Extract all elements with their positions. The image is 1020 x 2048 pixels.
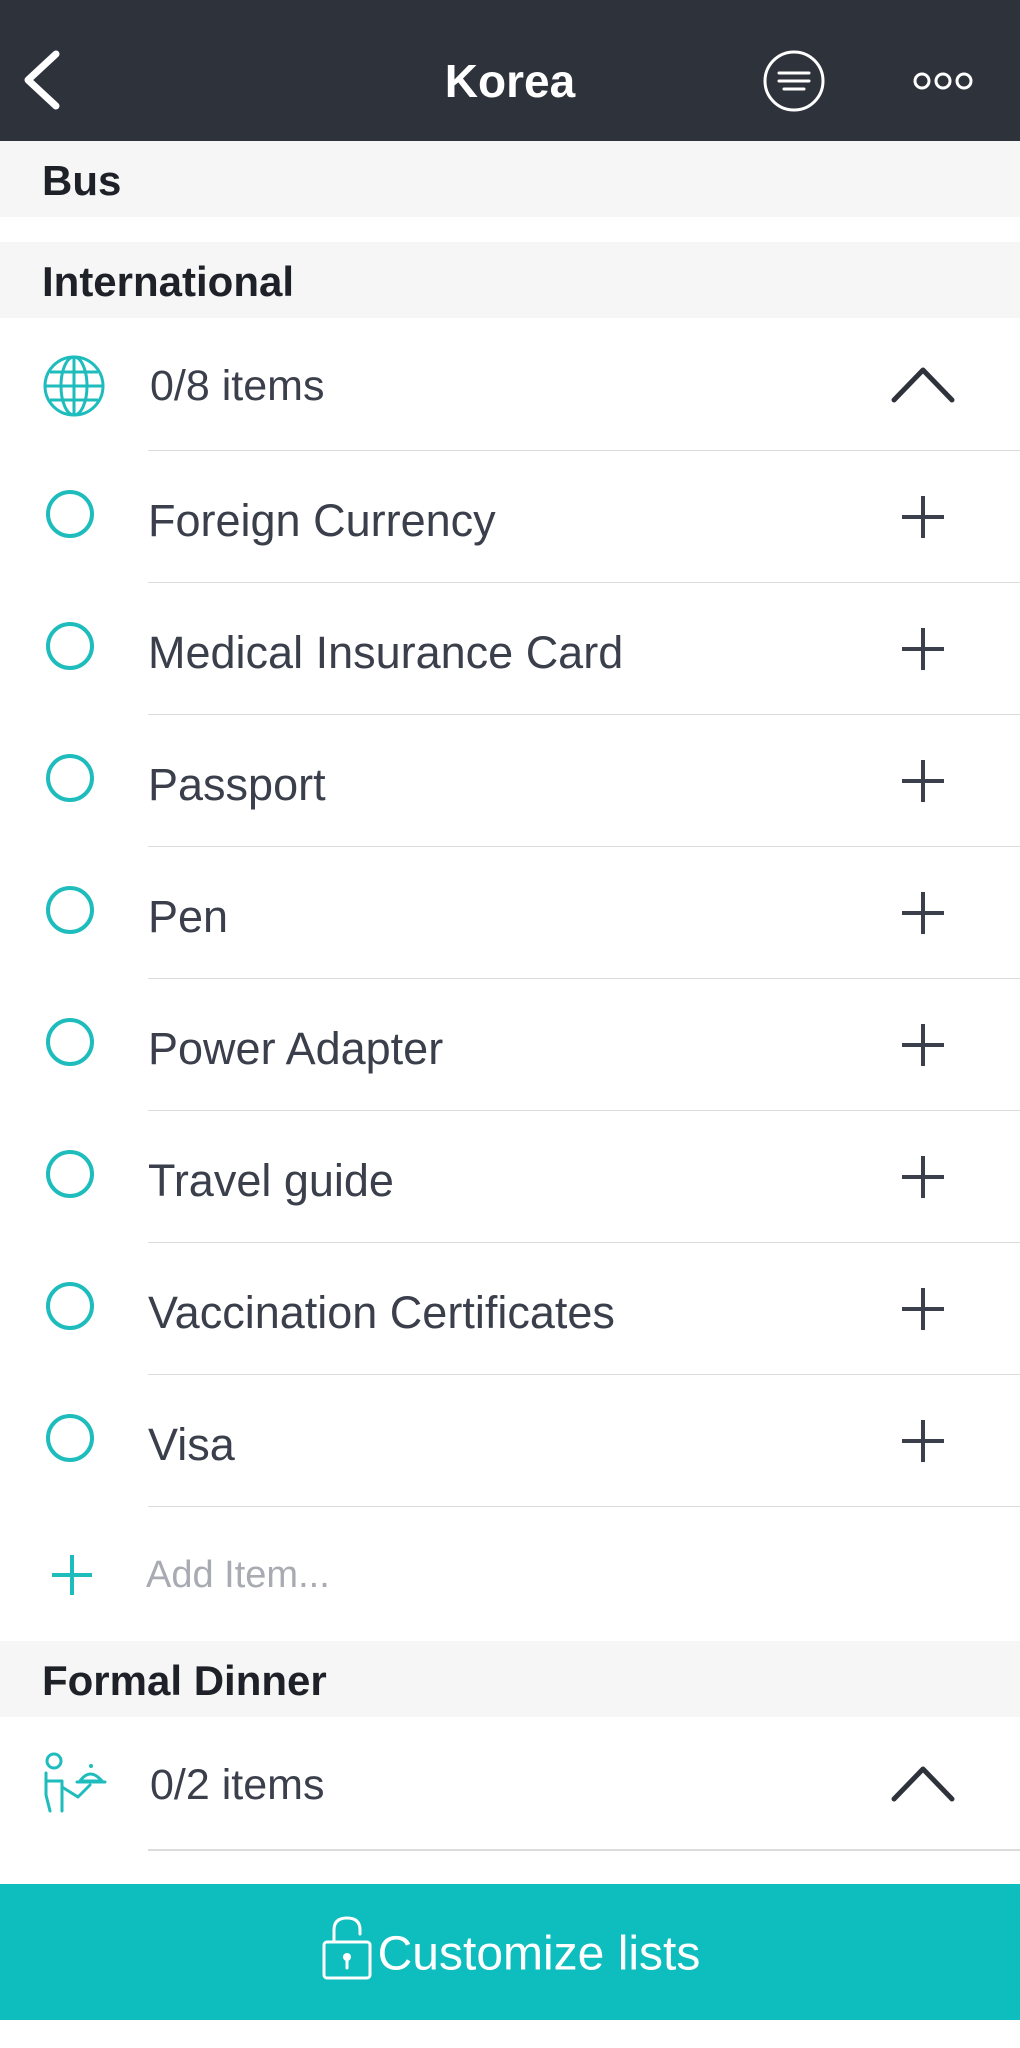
- filter-lines-icon: [763, 50, 825, 112]
- more-button[interactable]: [910, 60, 976, 102]
- add-plus-icon[interactable]: [50, 1553, 94, 1597]
- item-label: Foreign Currency: [148, 495, 496, 546]
- waiter-icon: [44, 1752, 107, 1813]
- summary-row-international[interactable]: 0/8 items: [0, 318, 1020, 450]
- checkbox-circle[interactable]: [46, 1018, 94, 1066]
- list-item: Passport: [0, 715, 1020, 847]
- page-title: Korea: [444, 55, 576, 107]
- section-header-formal-dinner: Formal Dinner: [0, 1641, 1020, 1717]
- chevron-up-icon[interactable]: [888, 1761, 958, 1805]
- list-item: Power Adapter: [0, 979, 1020, 1111]
- plus-icon[interactable]: [898, 1152, 948, 1202]
- plus-icon[interactable]: [898, 888, 948, 938]
- item-label: Pen: [148, 891, 229, 942]
- plus-icon[interactable]: [898, 492, 948, 542]
- list-item: Travel guide: [0, 1111, 1020, 1243]
- customize-lists-label: Customize lists: [377, 1927, 701, 1981]
- section-header-bus: Bus: [0, 141, 1020, 217]
- list-item: Medical Insurance Card: [0, 583, 1020, 715]
- checkbox-circle[interactable]: [46, 1414, 94, 1462]
- item-label: Power Adapter: [148, 1023, 444, 1074]
- section-title: International: [42, 258, 295, 305]
- items-count: 0/2 items: [150, 1761, 325, 1809]
- divider: [148, 1849, 1020, 1851]
- section-title: Formal Dinner: [42, 1657, 327, 1704]
- list-item: Vaccination Certificates: [0, 1243, 1020, 1375]
- item-label: Travel guide: [148, 1155, 394, 1206]
- item-label: Passport: [148, 759, 326, 810]
- items-count: 0/8 items: [150, 362, 325, 410]
- plus-icon[interactable]: [898, 1284, 948, 1334]
- summary-row-formal-dinner[interactable]: 0/2 items: [0, 1717, 1020, 1849]
- add-item-row: [0, 1507, 1020, 1639]
- item-label: Visa: [148, 1419, 235, 1470]
- item-label: Medical Insurance Card: [148, 627, 624, 678]
- checkbox-circle[interactable]: [46, 490, 94, 538]
- section-header-international: International: [0, 242, 1020, 318]
- filter-button[interactable]: [762, 49, 826, 113]
- add-item-input[interactable]: [146, 1547, 846, 1603]
- checkbox-circle[interactable]: [46, 622, 94, 670]
- list-item: Visa: [0, 1375, 1020, 1507]
- list-item: Pen: [0, 847, 1020, 979]
- plus-icon[interactable]: [898, 1020, 948, 1070]
- plus-icon[interactable]: [898, 756, 948, 806]
- customize-lists-button[interactable]: Customize lists: [0, 1884, 1020, 2020]
- checkbox-circle[interactable]: [46, 754, 94, 802]
- more-dots-icon: [913, 72, 973, 90]
- customize-lists-content: Customize lists: [0, 1916, 1020, 1988]
- plus-icon[interactable]: [898, 1416, 948, 1466]
- plus-icon[interactable]: [898, 624, 948, 674]
- checkbox-circle[interactable]: [46, 886, 94, 934]
- section-title: Bus: [42, 157, 122, 204]
- item-label: Vaccination Certificates: [148, 1287, 615, 1338]
- checkbox-circle[interactable]: [46, 1282, 94, 1330]
- chevron-up-icon[interactable]: [888, 362, 958, 406]
- globe-icon: [43, 355, 105, 417]
- unlock-icon: [322, 1916, 372, 1980]
- nav-bar: Korea: [0, 0, 1020, 141]
- list-item: Foreign Currency: [0, 451, 1020, 583]
- checkbox-circle[interactable]: [46, 1150, 94, 1198]
